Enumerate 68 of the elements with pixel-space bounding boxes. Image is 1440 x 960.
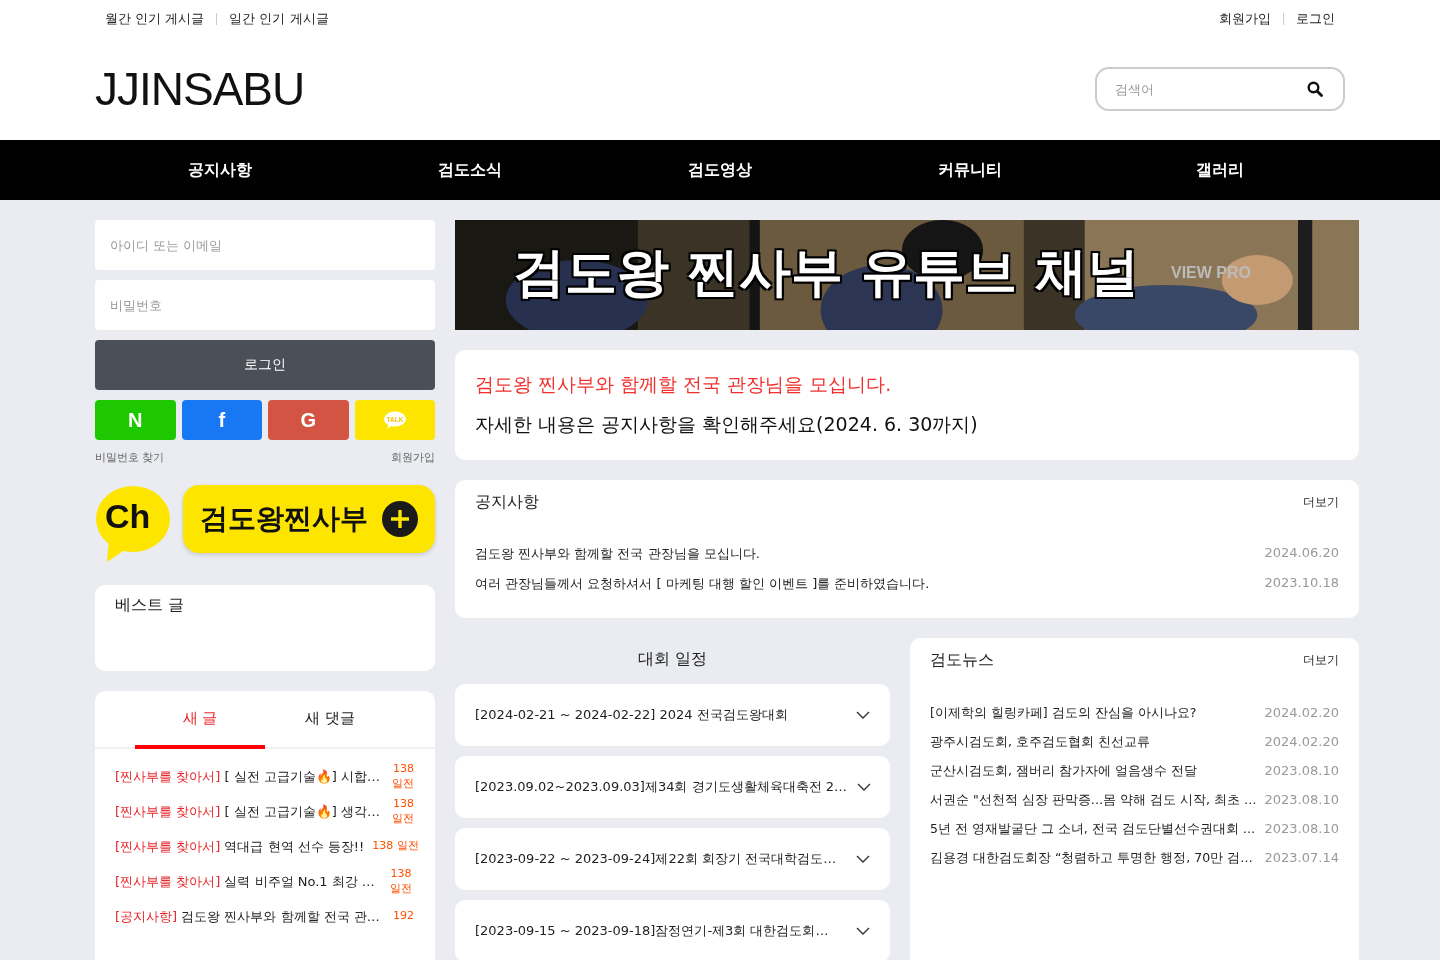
id-field[interactable]: 아이디 또는 이메일 (95, 220, 435, 270)
login-button[interactable]: 로그인 (95, 340, 435, 390)
post-link[interactable]: [찐사부를 찾아서] 역대급 현역 선수 등장!! (115, 837, 365, 856)
search-icon[interactable] (1307, 81, 1323, 97)
signup-link[interactable]: 회원가입 (391, 450, 435, 465)
post-link[interactable]: [공지사항] 검도왕 찐사부와 함께할 전국 관… (115, 907, 380, 926)
post-link[interactable]: [찐사부를 찾아서] [ 실전 고급기술🔥] 시합… (115, 767, 380, 786)
section-title: 대회 일정 (636, 648, 709, 670)
site-logo[interactable]: JJINSABU (95, 62, 305, 116)
post-date: 2023.08.10 (1264, 763, 1339, 780)
nav-item[interactable]: 검도소식 (345, 140, 595, 200)
notice-link[interactable]: 여러 관장님들께서 요청하셔서 [ 마케팅 대행 할인 이벤트 ]를 준비하였습니다. (475, 575, 930, 593)
news-link[interactable]: 서권순 "선천적 심장 판막증…몸 약해 검도 시작, 최초 … (930, 792, 1257, 809)
news-link[interactable]: 김용경 대한검도회장 “청렴하고 투명한 행정, 70만 검… (930, 850, 1253, 867)
post-age: 138 일전 (371, 839, 420, 854)
nav-item[interactable]: 검도영상 (595, 140, 845, 200)
card-title: 공지사항 (475, 492, 539, 513)
find-password-link[interactable]: 비밀번호 찾기 (95, 450, 165, 465)
post-link[interactable]: [찐사부를 찾아서] [ 실전 고급기술🔥] 생각… (115, 802, 380, 821)
nav-item[interactable]: 공지사항 (95, 140, 345, 200)
top-link[interactable]: 회원가입 (1219, 10, 1271, 28)
nav-item[interactable]: 갤러리 (1095, 140, 1345, 200)
banner-tag: VIEW PRO (1171, 264, 1251, 282)
top-link[interactable]: 로그인 (1296, 10, 1335, 28)
plus-icon (382, 501, 418, 537)
tab[interactable]: 새 글 (135, 691, 265, 749)
post-date: 2023.10.18 (1264, 575, 1339, 592)
post-age: 138 일전 (391, 761, 416, 792)
announcement-headline: 검도왕 찐사부와 함께할 전국 관장님을 모십니다. (475, 372, 893, 397)
news-link[interactable]: [이제학의 힐링카페] 검도의 잔심을 아시나요? (930, 705, 1197, 722)
post-link[interactable]: [찐사부를 찾아서] 실력 비주얼 No.1 최강 … (115, 872, 375, 891)
post-date: 2023.08.10 (1264, 821, 1339, 838)
post-date: 2024.02.20 (1264, 705, 1339, 722)
top-link[interactable]: 월간 인기 게시글 (105, 10, 205, 28)
post-age: 192 (391, 909, 415, 924)
card-title: 검도뉴스 (930, 650, 994, 671)
post-date: 2023.07.14 (1264, 850, 1339, 867)
news-link[interactable]: 광주시검도회, 호주검도협회 친선교류 (930, 734, 1150, 751)
post-date: 2023.08.10 (1264, 792, 1339, 809)
chevron-icon (857, 783, 871, 791)
card-title: 베스트 글 (115, 595, 186, 616)
announcement-text: 자세한 내용은 공지사항을 확인해주세요(2024. 6. 30까지) (475, 412, 979, 437)
nav-item[interactable]: 커뮤니티 (845, 140, 1095, 200)
banner-title: 검도왕 찐사부 유튜브 채널 (513, 241, 1140, 304)
schedule-item[interactable]: [2023-09-15 ~ 2023-09-18]잠정연기-제3회 대한검도회… (455, 900, 890, 960)
google-login-button[interactable]: G (268, 400, 349, 440)
post-date: 2024.06.20 (1264, 545, 1339, 562)
news-link[interactable]: 군산시검도회, 잼버리 참가자에 얼음생수 전달 (930, 763, 1197, 780)
top-link[interactable]: 일간 인기 게시글 (229, 10, 329, 28)
channel-add-button[interactable]: 검도왕찐사부 (183, 485, 435, 553)
notice-link[interactable]: 검도왕 찐사부와 함께할 전국 관장님을 모십니다. (475, 545, 760, 563)
more-link[interactable]: 더보기 (1302, 652, 1339, 669)
schedule-item[interactable]: [2024-02-21 ~ 2024-02-22] 2024 전국검도왕대회 (455, 684, 890, 746)
chevron-icon (856, 711, 870, 719)
tab[interactable]: 새 댓글 (265, 691, 395, 749)
post-date: 2024.02.20 (1264, 734, 1339, 751)
search-field[interactable]: 검색어 (1095, 67, 1345, 111)
chevron-icon (856, 855, 870, 863)
post-age: 138 일전 (388, 866, 413, 897)
password-field[interactable]: 비밀번호 (95, 280, 435, 330)
chevron-icon (856, 927, 870, 935)
facebook-login-button[interactable]: f (181, 400, 262, 440)
more-link[interactable]: 더보기 (1302, 494, 1339, 511)
schedule-item[interactable]: [2023.09.02~2023.09.03]제34회 경기도생활체육대축전 2… (455, 756, 890, 818)
schedule-item[interactable]: [2023-09-22 ~ 2023-09-24]제22회 회장기 전국대학검도… (455, 828, 890, 890)
news-link[interactable]: 5년 전 영재발굴단 그 소녀, 전국 검도단별선수권대회 … (930, 821, 1256, 838)
channel-banner[interactable]: 검도왕 찐사부 유튜브 채널 VIEW PRO (455, 220, 1359, 330)
post-age: 138 일전 (391, 796, 416, 827)
